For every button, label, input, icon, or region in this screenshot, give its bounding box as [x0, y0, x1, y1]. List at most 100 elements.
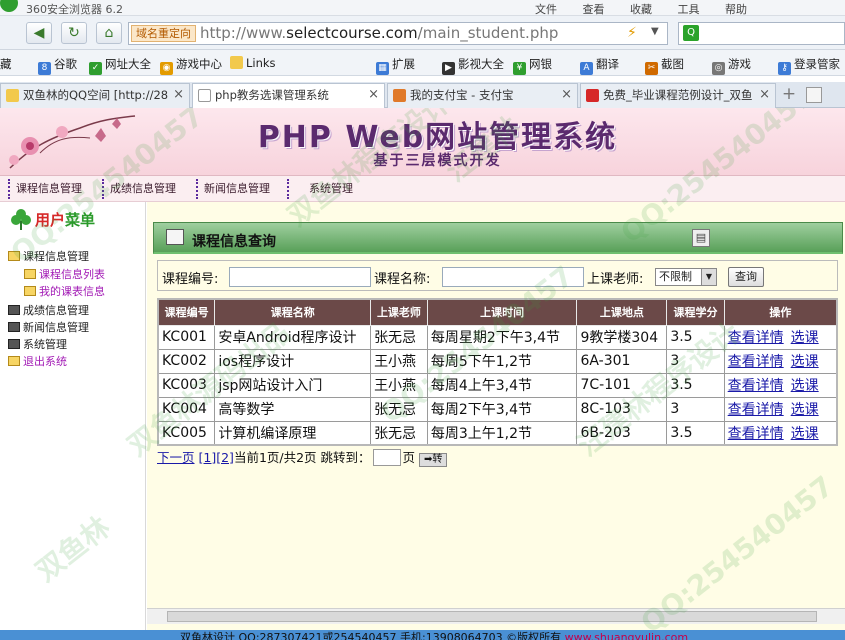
view-detail-link[interactable]: 查看详情: [728, 378, 784, 394]
address-input[interactable]: 域名重定向 http://www.selectcourse.com/main_s…: [128, 22, 668, 45]
go-button[interactable]: ➡转: [419, 453, 448, 467]
search-engine-icon[interactable]: Q: [683, 25, 699, 41]
games-icon: ◉: [160, 62, 173, 75]
next-page-link[interactable]: 下一页: [157, 450, 195, 465]
table-row: KC003 jsp网站设计入门 王小燕 每周4上午3,4节 7C-101 3.5 查看详情选…: [157, 372, 838, 398]
home-button[interactable]: ⌂: [96, 22, 122, 44]
sidebar-item-news-management[interactable]: 新闻信息管理: [8, 319, 89, 335]
col-teacher: 上课老师: [370, 298, 428, 326]
tab-list-button[interactable]: [806, 87, 822, 103]
course-name-input[interactable]: [442, 267, 584, 287]
course-no-label: 课程编号:: [162, 272, 219, 287]
sidebar-item-score-management[interactable]: 成绩信息管理: [8, 302, 89, 318]
print-icon[interactable]: ▤: [692, 229, 710, 247]
view-detail-link[interactable]: 查看详情: [728, 402, 784, 418]
cell-time: 每周4上午3,4节: [426, 372, 578, 398]
bookmark-sites[interactable]: ✓ 网址大全: [89, 56, 151, 75]
bookmark-extensions[interactable]: ▦ 扩展: [376, 56, 415, 75]
site-banner: PHP Web网站管理系统 基于三层模式开发: [0, 108, 845, 176]
footer: 双鱼林设计 QQ:287307421或254540457 手机:13908064…: [0, 630, 845, 640]
course-table: 课程编号 课程名称 上课老师 上课时间 上课地点 课程学分 操作 KC001 安卓…: [157, 298, 838, 446]
nav-system-management[interactable]: 系统管理: [287, 176, 353, 202]
tab-qzone[interactable]: 双鱼林的QQ空间 [http://28 ×: [0, 83, 190, 108]
select-course-link[interactable]: 选课: [791, 354, 819, 370]
search-input[interactable]: Q: [678, 22, 845, 45]
site-subtitle: 基于三层模式开发: [373, 153, 502, 169]
close-icon[interactable]: ×: [173, 84, 184, 106]
page-2-link[interactable]: [2]: [216, 450, 234, 465]
course-name-label: 课程名称:: [374, 272, 431, 287]
menu-view[interactable]: 查看: [583, 3, 605, 16]
nav-score-management[interactable]: 成绩信息管理: [102, 176, 176, 202]
bookmark-login[interactable]: ⚷ 登录管家: [778, 56, 840, 75]
tab-alipay[interactable]: 我的支付宝 - 支付宝 ×: [387, 83, 578, 108]
sidebar-item-label: 成绩信息管理: [23, 304, 89, 317]
bookmark-video[interactable]: ▶ 影视大全: [442, 56, 504, 75]
sidebar-item-course-management[interactable]: 课程信息管理: [8, 248, 89, 264]
close-icon[interactable]: ×: [368, 84, 379, 106]
select-course-link[interactable]: 选课: [791, 330, 819, 346]
view-detail-link[interactable]: 查看详情: [728, 330, 784, 346]
page-icon: [198, 89, 211, 102]
teacher-select[interactable]: 不限制: [655, 268, 717, 286]
bookmark-games[interactable]: ◉ 游戏中心: [160, 56, 222, 75]
menu-help[interactable]: 帮助: [725, 3, 747, 16]
bookmark-translate[interactable]: A 翻译: [580, 56, 619, 75]
close-icon[interactable]: ×: [759, 84, 770, 106]
col-time: 上课时间: [426, 298, 578, 326]
sidebar-item-system-management[interactable]: 系统管理: [8, 336, 67, 352]
footer-link[interactable]: www.shuangyulin.com: [565, 631, 688, 640]
horizontal-scrollbar[interactable]: [147, 608, 845, 624]
sidebar-item-label: 课程信息列表: [39, 268, 105, 281]
footer-copyright: 双鱼林设计 QQ:287307421或254540457 手机:13908064…: [180, 631, 565, 640]
cell-teacher: 张无忌: [370, 420, 428, 446]
cell-time: 每周3上午1,2节: [426, 420, 578, 446]
course-no-input[interactable]: [229, 267, 371, 287]
menu-tools[interactable]: 工具: [678, 3, 700, 16]
edit-icon: [166, 229, 184, 245]
query-button[interactable]: 查询: [728, 267, 764, 287]
nav-course-management[interactable]: 课程信息管理: [8, 176, 82, 202]
bookmark-links[interactable]: Links: [230, 56, 276, 70]
bookmark-login-label: 登录管家: [794, 57, 840, 71]
browser-title: 360安全浏览器 6.2: [26, 3, 123, 16]
bookmark-google[interactable]: 8 谷歌: [38, 56, 77, 75]
gamepad-icon: ◎: [712, 62, 725, 75]
scrollbar-thumb[interactable]: [167, 611, 817, 622]
jump-page-input[interactable]: [372, 449, 401, 466]
sidebar-item-course-list[interactable]: 课程信息列表: [24, 266, 105, 282]
browser-logo-icon: [0, 0, 18, 12]
view-detail-link[interactable]: 查看详情: [728, 354, 784, 370]
cell-course-no: KC003: [157, 372, 216, 398]
menu-favorites[interactable]: 收藏: [630, 3, 652, 16]
bookmarks-bar: 藏 8 谷歌 ✓ 网址大全 ◉ 游戏中心 Links ▦ 扩展 ▶ 影视大全 ¥ 网银 A翻…: [0, 50, 845, 76]
bookmark-screenshot[interactable]: ✂ 截图: [645, 56, 684, 75]
reload-button[interactable]: ↻: [61, 22, 87, 44]
select-course-link[interactable]: 选课: [791, 402, 819, 418]
tab-free-design[interactable]: 免费_毕业课程范例设计_双鱼 ×: [580, 83, 776, 108]
new-tab-button[interactable]: +: [780, 86, 798, 104]
speed-mode-icon[interactable]: ⚡: [627, 25, 637, 41]
sidebar-item-logout[interactable]: 退出系统: [8, 353, 67, 369]
bookmark-bank[interactable]: ¥ 网银: [513, 56, 552, 75]
col-credit: 课程学分: [666, 298, 725, 326]
close-icon[interactable]: ×: [561, 84, 572, 106]
bookmark-game2[interactable]: ◎ 游戏: [712, 56, 751, 75]
cell-actions: 查看详情 选课: [723, 372, 838, 398]
select-course-link[interactable]: 选课: [791, 426, 819, 442]
back-arrow-icon: ◀: [33, 25, 45, 41]
page-1-link[interactable]: [1]: [199, 450, 217, 465]
redirect-tag: 域名重定向: [131, 25, 196, 42]
select-course-link[interactable]: 选课: [791, 378, 819, 394]
view-detail-link[interactable]: 查看详情: [728, 426, 784, 442]
nav-news-management[interactable]: 新闻信息管理: [196, 176, 270, 202]
sidebar-item-label: 新闻信息管理: [23, 321, 89, 334]
back-button[interactable]: ◀: [26, 22, 52, 44]
sidebar-item-my-schedule[interactable]: 我的课表信息: [24, 283, 105, 299]
url-dropdown-icon[interactable]: ▼: [651, 26, 659, 37]
bookmark-favorites[interactable]: 藏: [0, 56, 12, 72]
menu-file[interactable]: 文件: [535, 3, 557, 16]
tab-course-system[interactable]: php教务选课管理系统 ×: [192, 83, 385, 109]
cell-time: 每周星期2下午3,4节: [426, 324, 578, 350]
address-toolbar: ◀ ↻ ⌂ 域名重定向 http://www.selectcourse.com/…: [0, 16, 845, 50]
